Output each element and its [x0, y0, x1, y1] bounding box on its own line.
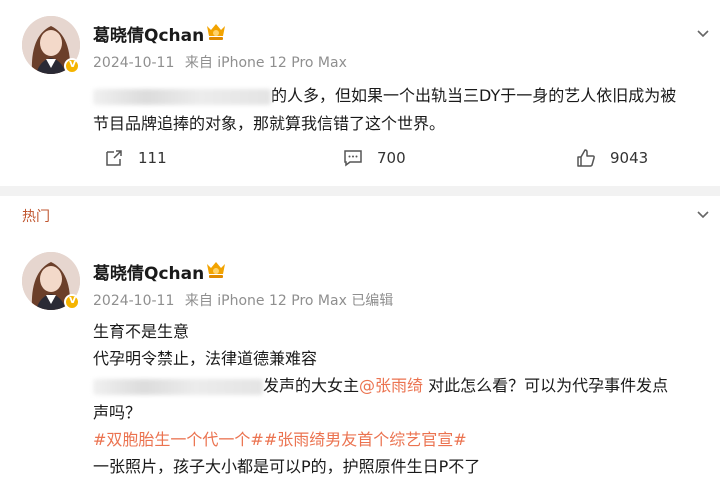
edited-label[interactable]: 已编辑 [351, 293, 393, 309]
topic-line: #双胞胎生一个代一个##张雨绮男友首个综艺官宣# [93, 426, 713, 453]
post-line: 生育不是生意 [93, 322, 190, 341]
post-line: 一张照片，孩子大小都是可以P的，护照原件生日P不了 [93, 457, 481, 476]
post-line: 发声的大女主@张雨绮 对此怎么看？可以为代孕事件发点 [93, 372, 713, 399]
post-body: 生育不是生意 代孕明令禁止，法律道德兼难容 发声的大女主@张雨绮 对此怎么看？可… [93, 318, 713, 480]
vip-badge-icon [205, 260, 227, 280]
topic-link[interactable]: #双胞胎生一个代一个# [93, 430, 264, 449]
post-source: 来自 iPhone 12 Pro Max [184, 293, 347, 309]
username[interactable]: 葛晓倩Qchan [93, 259, 204, 284]
post-meta: 2024-10-11 来自 iPhone 12 Pro Max 已编辑 [93, 290, 393, 310]
weibo-post-2: 葛晓倩Qchan 2024-10-11 来自 iPhone 12 Pro Max… [0, 0, 720, 492]
topic-link[interactable]: #张雨绮男友首个综艺官宣# [264, 430, 467, 449]
post-line: 声吗？ [93, 403, 142, 422]
post-line: 代孕明令禁止，法律道德兼难容 [93, 349, 318, 368]
verified-icon [64, 293, 80, 310]
redacted-text [93, 378, 263, 395]
post-date: 2024-10-11 [93, 293, 175, 309]
mention-link[interactable]: @张雨绮 [359, 376, 423, 395]
